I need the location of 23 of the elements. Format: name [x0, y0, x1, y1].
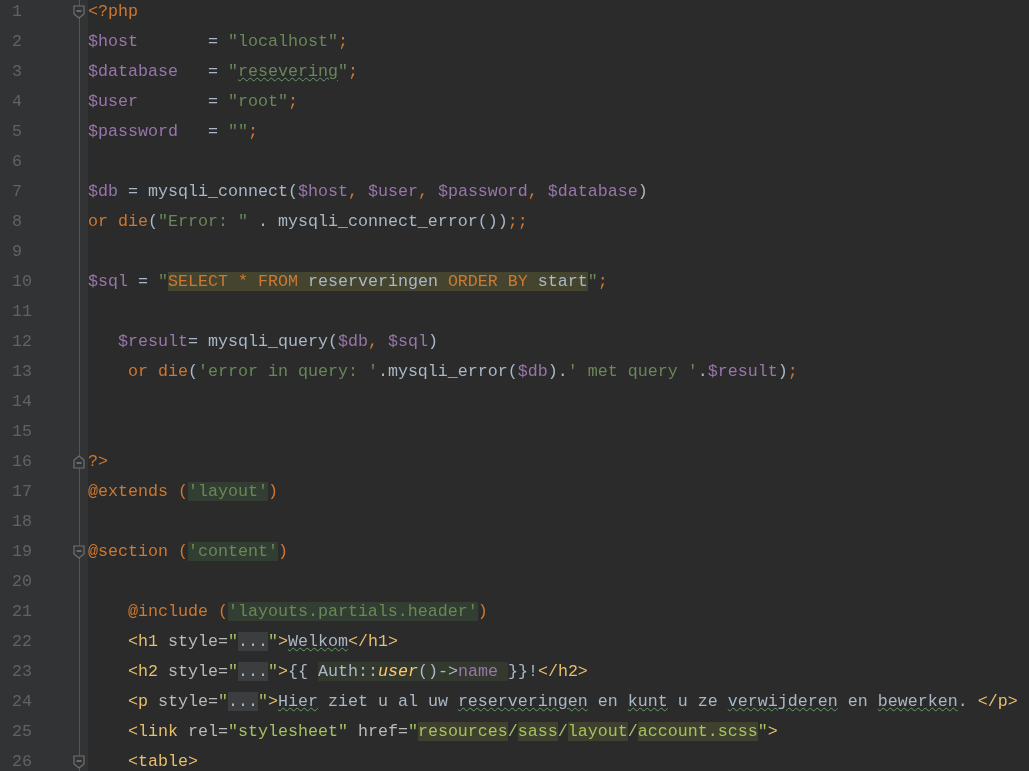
code-line: or die('error in query: '.mysqli_error($db).' met query '.$result); [126, 361, 798, 383]
code-line: <h2 style="...">{{ Auth::user()->name }}!</h2> [126, 661, 588, 683]
code-line: $sql = "SELECT * FROM reserveringen ORDER BY start"; [88, 271, 608, 293]
code-line: $db = mysqli_connect($host, $user, $password, $database) [88, 181, 648, 203]
code-line: @include ('layouts.partials.header') [126, 601, 488, 623]
code-line: $result= mysqli_query($db, $sql) [117, 331, 438, 353]
code-line: $database = "resevering"; [88, 61, 358, 83]
code-line: @extends ('layout') [88, 481, 278, 503]
code-line: <table> [126, 751, 198, 771]
fold-icon[interactable] [73, 455, 85, 469]
code-line: <h1 style="...">Welkom</h1> [126, 631, 398, 653]
code-line: ?> [88, 451, 108, 473]
code-line: $host = "localhost"; [88, 31, 348, 53]
fold-icon[interactable] [73, 5, 85, 19]
code-line: <p style="...">Hier ziet u al uw reserveringen en kunt u ze verwijderen en bewerken. </p> [126, 691, 1018, 713]
code-line: <?php [88, 1, 138, 23]
code-line: <link rel="stylesheet" href="resources/sass/layout/account.scss"> [126, 721, 778, 743]
code-line: $password = ""; [88, 121, 258, 143]
code-line: or die("Error: " . mysqli_connect_error());; [88, 211, 528, 233]
code-line: $user = "root"; [88, 91, 298, 113]
code-line: @section ('content') [88, 541, 288, 563]
fold-icon[interactable] [73, 545, 85, 559]
fold-icon[interactable] [73, 755, 85, 769]
